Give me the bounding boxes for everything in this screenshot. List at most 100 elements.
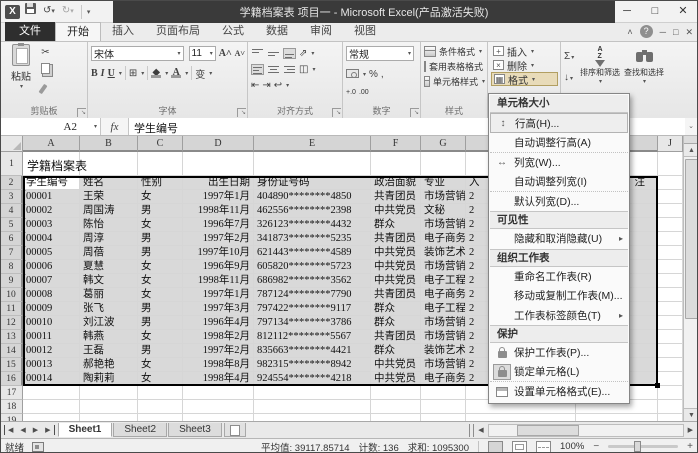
accounting-caret-icon[interactable]: ▾ (363, 71, 366, 78)
bold-button[interactable]: B (91, 66, 98, 80)
percent-style-button[interactable]: % (369, 67, 378, 81)
cell[interactable]: 周蓓 (80, 246, 138, 260)
cell[interactable]: 男 (138, 204, 183, 218)
align-left-button[interactable] (251, 64, 264, 75)
collapse-ribbon-icon[interactable]: ˄ (627, 26, 632, 38)
cell[interactable] (658, 302, 683, 316)
row-header-15[interactable]: 15 (1, 358, 23, 372)
cell[interactable]: 中共党员 (371, 358, 421, 372)
name-box[interactable]: A2 ▾ (1, 118, 101, 135)
cell[interactable] (80, 152, 138, 176)
cell[interactable]: 797422********9117 (254, 302, 371, 316)
cell[interactable]: 市场营销 (421, 316, 466, 330)
cell[interactable] (658, 358, 683, 372)
cell[interactable] (23, 400, 80, 414)
cell[interactable] (658, 152, 683, 176)
cell[interactable]: 中共党员 (371, 246, 421, 260)
redo-button[interactable]: ↻▾ (60, 3, 76, 20)
cell[interactable]: 电子工程 (421, 274, 466, 288)
tab-公式[interactable]: 公式 (211, 22, 255, 41)
cell-styles-button[interactable]: 单元格样式▾ (424, 74, 485, 89)
cell[interactable] (658, 260, 683, 274)
decrease-decimal-button[interactable]: .00 (359, 85, 369, 99)
vertical-scroll-thumb[interactable] (685, 159, 698, 319)
column-header-F[interactable]: F (371, 136, 421, 152)
paste-button[interactable]: 粘贴 ▾ (4, 44, 38, 99)
cell[interactable]: 787124********7790 (254, 288, 371, 302)
zoom-slider-thumb[interactable] (634, 441, 641, 452)
cell[interactable] (183, 414, 254, 421)
column-header-B[interactable]: B (80, 136, 138, 152)
page-layout-view-button[interactable] (512, 441, 527, 453)
cell[interactable]: 市场营销 (421, 218, 466, 232)
row-header-18[interactable]: 18 (1, 400, 23, 414)
save-button[interactable] (23, 3, 38, 20)
cell[interactable] (371, 414, 421, 421)
cell[interactable]: 1998年2月 (183, 330, 254, 344)
cell[interactable] (80, 414, 138, 421)
zoom-in-button[interactable]: + (687, 442, 693, 452)
cell[interactable]: 女 (138, 288, 183, 302)
cell[interactable]: 群众 (371, 344, 421, 358)
cell[interactable]: 群众 (371, 218, 421, 232)
hscroll-left-icon[interactable]: ◀ (474, 425, 487, 435)
insert-cells-button[interactable]: +插入▾ (491, 44, 558, 58)
row-header-4[interactable]: 4 (1, 204, 23, 218)
cell[interactable]: 张飞 (80, 302, 138, 316)
cell[interactable]: 中共党员 (371, 372, 421, 386)
underline-button[interactable]: U (108, 66, 115, 80)
cell[interactable] (658, 218, 683, 232)
cell[interactable] (138, 400, 183, 414)
accounting-format-button[interactable] (346, 65, 359, 83)
delete-cells-button[interactable]: ×删除▾ (491, 58, 558, 72)
column-header-E[interactable]: E (254, 136, 371, 152)
cell[interactable]: 1997年10月 (183, 246, 254, 260)
menu-item-隐藏和取消隐藏[interactable]: 隐藏和取消隐藏(U)▸ (490, 229, 628, 249)
row-header-6[interactable]: 6 (1, 232, 23, 246)
cell[interactable] (658, 274, 683, 288)
cell[interactable]: 1996年4月 (183, 316, 254, 330)
cell[interactable]: 00013 (23, 358, 80, 372)
cell[interactable]: 市场营销 (421, 330, 466, 344)
cell[interactable] (658, 176, 683, 190)
cell[interactable]: 1998年11月 (183, 274, 254, 288)
cell[interactable]: 姓名 (80, 176, 138, 190)
cell[interactable]: 出生日期 (183, 176, 254, 190)
cell[interactable]: 00004 (23, 232, 80, 246)
menu-item-工作表标签颜色[interactable]: 工作表标签颜色(T)▸ (490, 306, 628, 326)
workbook-minimize-icon[interactable]: ─ (660, 26, 666, 38)
font-name-combobox[interactable]: 宋体▾ (91, 46, 184, 61)
cell[interactable] (576, 414, 658, 421)
cell[interactable]: 周国涛 (80, 204, 138, 218)
cell[interactable]: 00003 (23, 218, 80, 232)
page-break-view-button[interactable] (536, 441, 551, 453)
row-header-11[interactable]: 11 (1, 302, 23, 316)
cell[interactable]: 1997年2月 (183, 344, 254, 358)
macro-record-icon[interactable] (32, 442, 44, 452)
menu-item-自动调整列宽[interactable]: 自动调整列宽(I) (490, 172, 628, 192)
row-header-17[interactable]: 17 (1, 386, 23, 400)
tab-插入[interactable]: 插入 (101, 22, 145, 41)
number-dialog-launcher[interactable]: ↘ (410, 108, 419, 117)
tab-视图[interactable]: 视图 (343, 22, 387, 41)
row-header-9[interactable]: 9 (1, 274, 23, 288)
undo-caret-icon[interactable]: ▾ (51, 8, 55, 15)
cell[interactable]: 中共党员 (371, 204, 421, 218)
zoom-out-button[interactable]: − (593, 442, 599, 452)
cell[interactable] (183, 400, 254, 414)
workbook-close-icon[interactable]: ✕ (685, 26, 693, 38)
first-sheet-icon[interactable]: ◀ (4, 425, 16, 435)
merge-center-button[interactable]: ◫ (299, 62, 308, 76)
increase-font-button[interactable]: A˄ (219, 47, 232, 61)
row-header-13[interactable]: 13 (1, 330, 23, 344)
cell[interactable]: 00006 (23, 260, 80, 274)
cell[interactable] (138, 152, 183, 176)
insert-worksheet-tab[interactable] (224, 423, 246, 437)
vertical-split-box[interactable] (684, 136, 698, 144)
cell[interactable]: 男 (138, 316, 183, 330)
phonetic-caret-icon[interactable]: ▾ (209, 70, 212, 77)
cell[interactable]: 中共党员 (371, 260, 421, 274)
menu-item-保护工作表[interactable]: 保护工作表(P)... (490, 343, 628, 363)
vertical-scrollbar[interactable]: ▲ ▼ (683, 136, 698, 421)
cell[interactable] (421, 400, 466, 414)
